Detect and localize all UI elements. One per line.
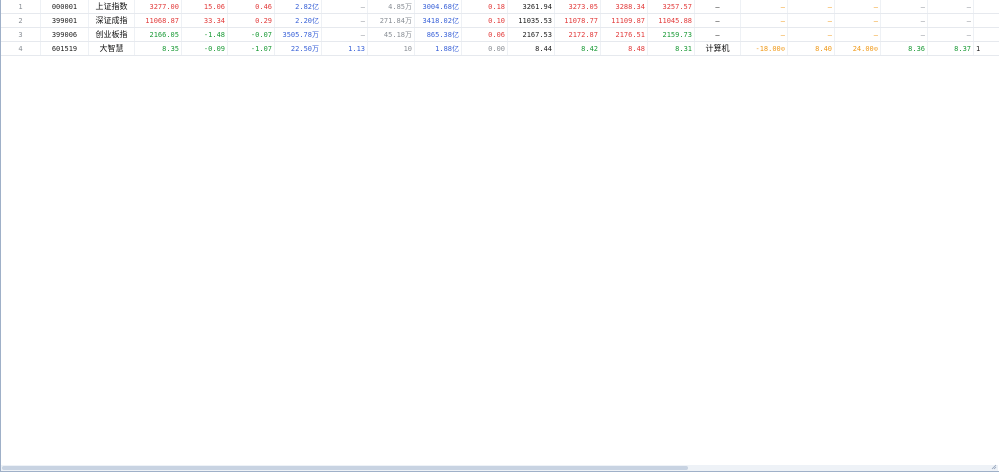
volume-cell: 4.85万 xyxy=(368,0,415,14)
percent-cell: 0.46 xyxy=(228,0,275,14)
prev-close-cell: 3261.94 xyxy=(508,0,555,14)
percent-cell: -0.07 xyxy=(228,28,275,42)
stock-code[interactable]: 399006 xyxy=(41,28,89,42)
col17-cell: — xyxy=(788,0,835,14)
open-cell: 2172.87 xyxy=(555,28,601,42)
price-cell: 3277.00 xyxy=(135,0,182,14)
stock-name[interactable]: 创业板指 xyxy=(89,28,135,42)
turnover-cell: 3004.68亿 xyxy=(415,0,462,14)
col18-cell: 24.00⊙ xyxy=(835,42,881,56)
high-cell: 3288.34 xyxy=(601,0,648,14)
col21-cell: 1 xyxy=(976,45,981,53)
stock-name[interactable]: 深证成指 xyxy=(89,14,135,28)
amount-cell: 22.50万 xyxy=(275,42,322,56)
percent-cell: 0.29 xyxy=(228,14,275,28)
open-cell: 11078.77 xyxy=(555,14,601,28)
col20-cell: — xyxy=(928,0,974,14)
prev-close-cell: 11035.53 xyxy=(508,14,555,28)
table-row[interactable]: 2 399001 深证成指 11068.87 33.34 0.29 2.20亿 … xyxy=(1,14,999,28)
col5-cell: — xyxy=(322,28,368,42)
turnover-cell: 865.38亿 xyxy=(415,28,462,42)
amount-cell: 3505.78万 xyxy=(275,28,322,42)
col19-cell: — xyxy=(881,28,928,42)
resize-grip-icon[interactable] xyxy=(991,464,997,470)
high-cell: 8.48 xyxy=(601,42,648,56)
change-cell: 15.06 xyxy=(182,0,228,14)
table-frame xyxy=(0,0,999,472)
amount-cell: 2.82亿 xyxy=(275,0,322,14)
industry-cell: — xyxy=(695,28,741,42)
stock-name[interactable]: 大智慧 xyxy=(89,42,135,56)
change-cell: 33.34 xyxy=(182,14,228,28)
industry-cell: — xyxy=(695,14,741,28)
scrollbar-thumb[interactable] xyxy=(2,466,688,470)
col19-cell: — xyxy=(881,14,928,28)
col20-cell: 8.37 xyxy=(928,42,974,56)
col17-cell: — xyxy=(788,28,835,42)
row-divider xyxy=(1,55,999,56)
open-cell: 3273.05 xyxy=(555,0,601,14)
high-cell: 11109.87 xyxy=(601,14,648,28)
col19-cell: — xyxy=(881,0,928,14)
prev-close-cell: 2167.53 xyxy=(508,28,555,42)
table-row[interactable]: 1 000001 上证指数 3277.00 15.06 0.46 2.82亿 —… xyxy=(1,0,999,14)
col18-cell: — xyxy=(835,28,881,42)
prev-close-cell: 8.44 xyxy=(508,42,555,56)
col19-cell: 8.36 xyxy=(881,42,928,56)
industry-cell: — xyxy=(695,0,741,14)
stock-code[interactable]: 399001 xyxy=(41,14,89,28)
turnover-cell: 1.88亿 xyxy=(415,42,462,56)
col8-cell: 0.18 xyxy=(462,0,508,14)
col16-cell: — xyxy=(741,28,788,42)
col17-cell: — xyxy=(788,14,835,28)
low-cell: 8.31 xyxy=(648,42,695,56)
table-row[interactable]: 4 601519 大智慧 8.35 -0.09 -1.07 22.50万 1.1… xyxy=(1,42,999,56)
row-index: 3 xyxy=(1,28,41,42)
table-row[interactable]: 3 399006 创业板指 2166.05 -1.48 -0.07 3505.7… xyxy=(1,28,999,42)
col5-cell: — xyxy=(322,14,368,28)
col5-cell: 1.13 xyxy=(322,42,368,56)
col16-cell: — xyxy=(741,0,788,14)
col20-cell: — xyxy=(928,28,974,42)
price-cell: 2166.05 xyxy=(135,28,182,42)
col18-cell: — xyxy=(835,14,881,28)
col5-cell: — xyxy=(322,0,368,14)
col8-cell: 0.00 xyxy=(462,42,508,56)
col8-cell: 0.06 xyxy=(462,28,508,42)
open-cell: 8.42 xyxy=(555,42,601,56)
low-cell: 11045.88 xyxy=(648,14,695,28)
low-cell: 3257.57 xyxy=(648,0,695,14)
col20-cell: — xyxy=(928,14,974,28)
amount-cell: 2.20亿 xyxy=(275,14,322,28)
volume-cell: 271.84万 xyxy=(368,14,415,28)
row-index: 4 xyxy=(1,42,41,56)
low-cell: 2159.73 xyxy=(648,28,695,42)
col16-cell: — xyxy=(741,14,788,28)
volume-cell: 45.18万 xyxy=(368,28,415,42)
col8-cell: 0.10 xyxy=(462,14,508,28)
change-cell: -1.48 xyxy=(182,28,228,42)
col16-cell: -18.00⊙ xyxy=(741,42,788,56)
row-index: 1 xyxy=(1,0,41,14)
percent-cell: -1.07 xyxy=(228,42,275,56)
stock-code[interactable]: 000001 xyxy=(41,0,89,14)
high-cell: 2176.51 xyxy=(601,28,648,42)
volume-cell: 10 xyxy=(368,42,415,56)
col18-cell: — xyxy=(835,0,881,14)
industry-cell: 计算机 xyxy=(695,42,741,56)
price-cell: 11068.87 xyxy=(135,14,182,28)
price-cell: 8.35 xyxy=(135,42,182,56)
col17-cell: 8.40 xyxy=(788,42,835,56)
row-index: 2 xyxy=(1,14,41,28)
stock-code[interactable]: 601519 xyxy=(41,42,89,56)
stock-name[interactable]: 上证指数 xyxy=(89,0,135,14)
change-cell: -0.09 xyxy=(182,42,228,56)
turnover-cell: 3418.02亿 xyxy=(415,14,462,28)
